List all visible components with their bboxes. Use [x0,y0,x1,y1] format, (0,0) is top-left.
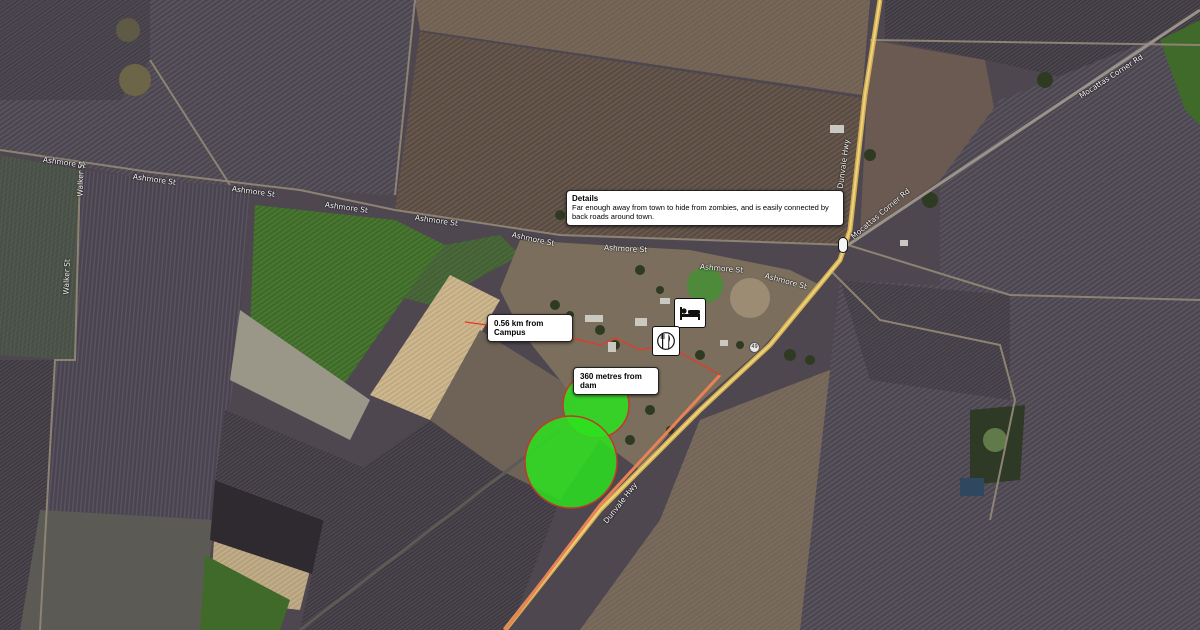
bed-icon[interactable] [674,298,706,328]
details-text: Far enough away from town to hide from z… [572,203,829,221]
dam-distance-callout[interactable]: 360 metres from dam [573,367,659,395]
campus-distance-label: 0.56 km from Campus [494,319,544,337]
place-pin-icon[interactable] [838,237,848,253]
highway-shield: 49 [749,342,760,353]
details-title: Details [572,194,599,203]
road-label-walker-st: Walker St [75,160,86,197]
campus-distance-callout[interactable]: 0.56 km from Campus [487,314,573,342]
dam-distance-label: 360 metres from dam [580,372,642,390]
details-callout[interactable]: Details Far enough away from town to hid… [566,190,844,226]
fork-knife-icon[interactable] [652,326,680,356]
satellite-map[interactable]: Ashmore St Ashmore St Ashmore St Ashmore… [0,0,1200,630]
satellite-imagery [0,0,1200,630]
road-label-walker-st: Walker St [61,258,72,295]
